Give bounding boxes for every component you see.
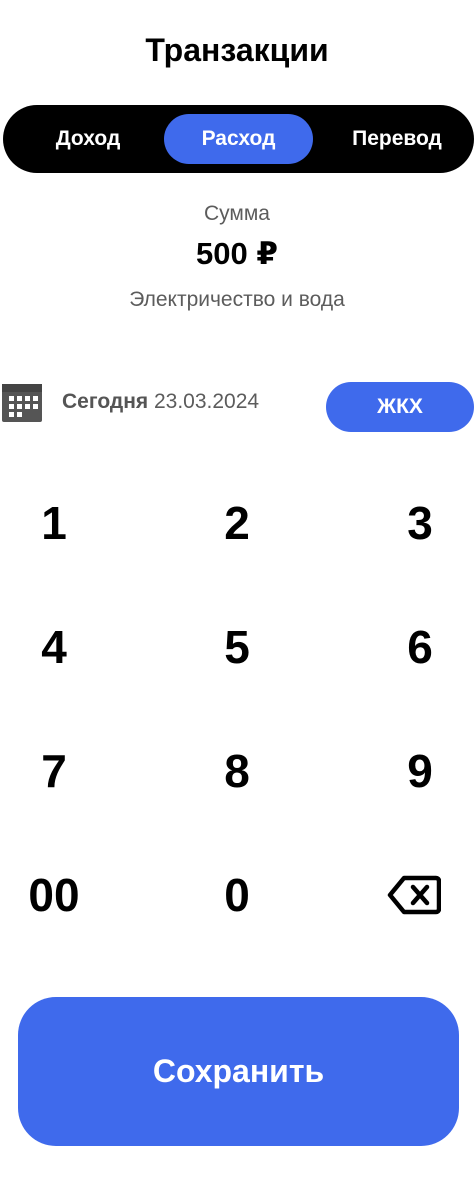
key-5[interactable]: 5 (177, 592, 297, 702)
calendar-icon[interactable] (2, 382, 42, 422)
date-value: 23.03.2024 (153, 390, 260, 413)
date-row: Сегодня 23.03.2024 ЖКХ (0, 380, 474, 434)
tab-income[interactable]: Доход (3, 105, 173, 173)
key-2[interactable]: 2 (177, 468, 297, 578)
date-display[interactable]: Сегодня 23.03.2024 (62, 388, 259, 416)
transaction-type-switch: Доход Расход Перевод (3, 105, 474, 173)
save-button[interactable]: Сохранить (18, 997, 459, 1146)
backspace-key[interactable] (354, 840, 474, 950)
key-7[interactable]: 7 (0, 716, 114, 826)
tab-expense[interactable]: Расход (164, 114, 313, 164)
tab-transfer[interactable]: Перевод (323, 105, 471, 173)
key-1[interactable]: 1 (0, 468, 114, 578)
amount-label: Сумма (204, 202, 270, 225)
date-today-label: Сегодня (62, 390, 149, 413)
backspace-icon (387, 875, 441, 915)
description-field[interactable]: Электричество и вода (0, 286, 474, 314)
key-6[interactable]: 6 (360, 592, 474, 702)
page-title: Транзакции (145, 32, 329, 68)
category-chip[interactable]: ЖКХ (326, 382, 474, 432)
key-00[interactable]: 00 (0, 840, 114, 950)
amount-value[interactable]: 500 ₽ (0, 234, 474, 274)
key-9[interactable]: 9 (360, 716, 474, 826)
key-4[interactable]: 4 (0, 592, 114, 702)
key-0[interactable]: 0 (177, 840, 297, 950)
key-3[interactable]: 3 (360, 468, 474, 578)
key-8[interactable]: 8 (177, 716, 297, 826)
